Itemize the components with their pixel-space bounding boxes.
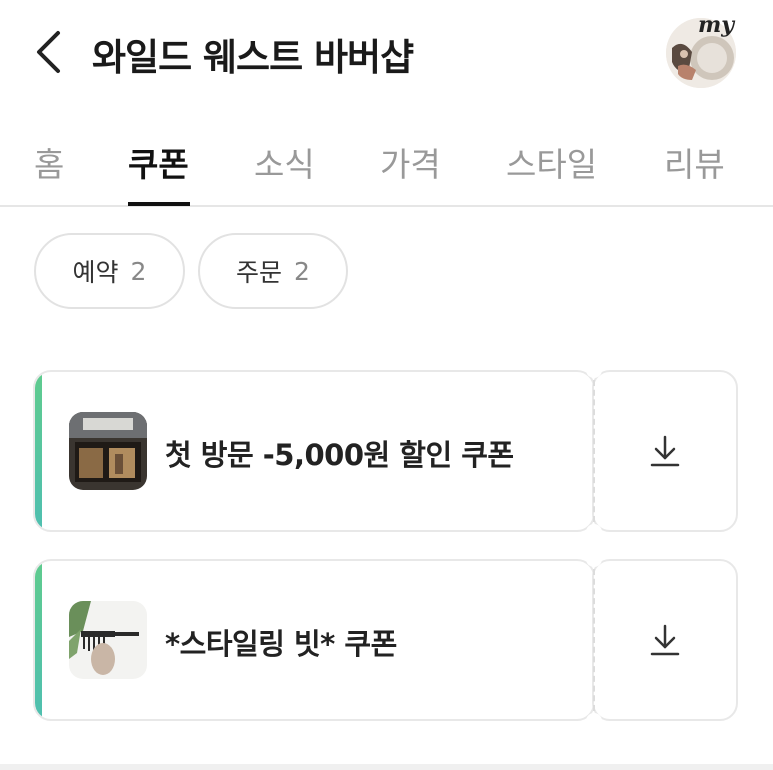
coupon-notch — [586, 551, 602, 567]
back-button[interactable] — [28, 28, 68, 76]
my-badge: my — [698, 12, 735, 38]
chevron-left-icon — [37, 31, 60, 73]
coupon-accent-bar — [35, 372, 42, 530]
coupon-card[interactable]: 첫 방문 -5,000원 할인 쿠폰 — [33, 362, 738, 540]
tab-bar: 홈 쿠폰 소식 가격 스타일 리뷰 — [0, 110, 773, 207]
app-header: 와일드 웨스트 바버샵 my — [0, 0, 773, 105]
coupon-accent-bar — [35, 561, 42, 719]
shop-thumbnail — [69, 412, 147, 490]
chip-label: 예약 — [72, 258, 119, 287]
download-icon — [650, 435, 680, 467]
filter-chip-reservation[interactable]: 예약 2 — [34, 233, 185, 309]
coupon-notch — [586, 524, 602, 540]
coupon-title: 첫 방문 -5,000원 할인 쿠폰 — [165, 438, 514, 472]
bottom-divider — [0, 764, 773, 770]
tab-style[interactable]: 스타일 — [506, 138, 597, 186]
coupon-card[interactable]: *스타일링 빗* 쿠폰 — [33, 551, 738, 729]
coupon-perforation — [593, 569, 595, 711]
chip-label: 주문 — [236, 258, 283, 287]
coupon-title: *스타일링 빗* 쿠폰 — [165, 627, 397, 661]
coupon-notch — [586, 713, 602, 729]
tab-home[interactable]: 홈 — [34, 138, 64, 186]
tab-price[interactable]: 가격 — [380, 138, 441, 186]
comb-thumbnail — [69, 601, 147, 679]
coupon-body[interactable]: *스타일링 빗* 쿠폰 — [33, 559, 595, 721]
coupon-notch — [586, 362, 602, 378]
coupon-download-button[interactable] — [592, 559, 738, 721]
coupon-body[interactable]: 첫 방문 -5,000원 할인 쿠폰 — [33, 370, 595, 532]
coupon-perforation — [593, 380, 595, 522]
chip-count: 2 — [130, 256, 147, 286]
filter-chip-order[interactable]: 주문 2 — [198, 233, 348, 309]
tab-review[interactable]: 리뷰 — [664, 138, 725, 186]
tab-news[interactable]: 소식 — [254, 138, 315, 186]
coupon-download-button[interactable] — [592, 370, 738, 532]
chip-count: 2 — [294, 256, 310, 286]
page-title: 와일드 웨스트 바버샵 — [92, 36, 414, 79]
tab-coupon[interactable]: 쿠폰 — [128, 138, 189, 186]
download-icon — [650, 624, 680, 656]
active-tab-indicator — [128, 202, 190, 206]
